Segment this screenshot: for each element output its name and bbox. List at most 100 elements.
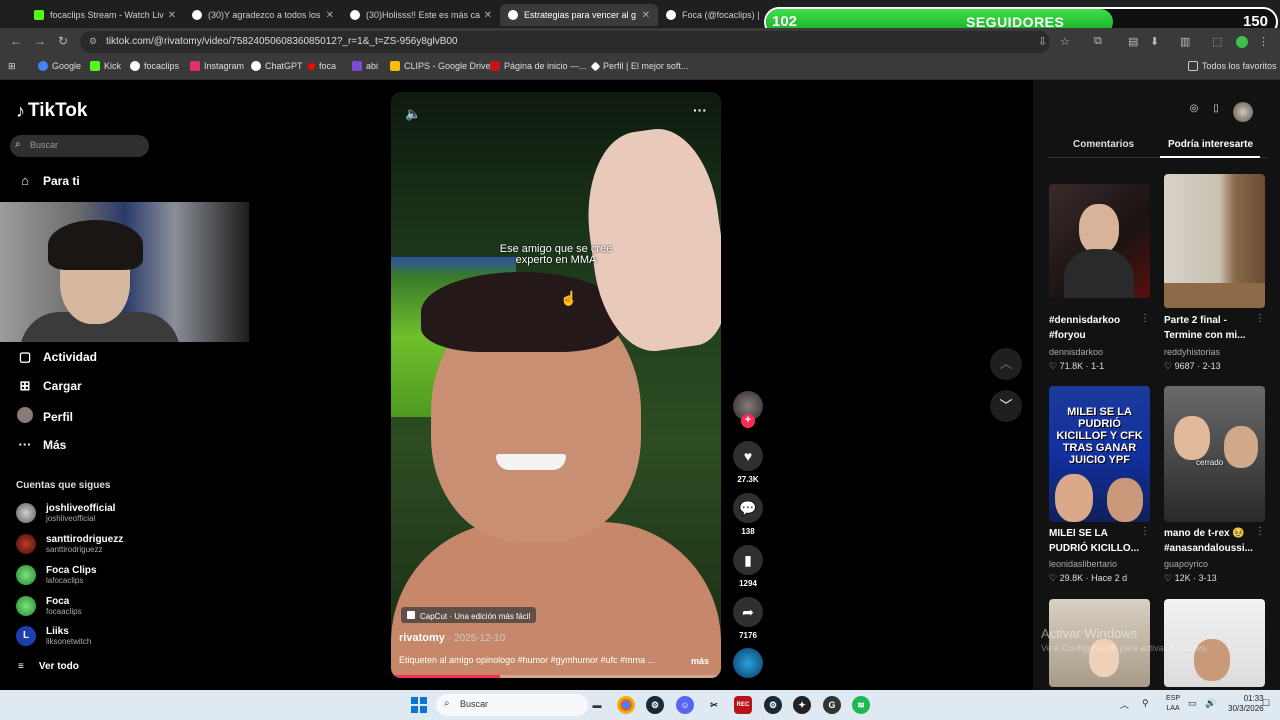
tab-comments[interactable]: Comentarios <box>1073 139 1134 150</box>
forward-icon[interactable]: → <box>34 34 46 48</box>
browser-tab[interactable]: (30)Y agradezco a todos los qu ✕ <box>184 4 342 26</box>
search-input[interactable]: ⌕ Buscar <box>10 135 149 157</box>
back-icon[interactable]: ← <box>10 34 22 48</box>
following-account[interactable]: Foca Clips lafocaclips <box>16 565 97 585</box>
related-more-icon[interactable]: ⋮ <box>1255 313 1265 324</box>
related-user[interactable]: reddyhistorias <box>1164 347 1220 357</box>
app-icon[interactable]: G <box>823 696 841 714</box>
following-account[interactable]: joshliveofficial joshliveofficial <box>16 503 115 523</box>
nav-more[interactable]: ··· Más <box>16 437 67 452</box>
related-thumbnail[interactable]: MILEI SE LA PUDRIÓ KICILLOF Y CFK TRAS G… <box>1049 386 1150 522</box>
nav-profile[interactable]: Perfil <box>16 407 73 426</box>
bookmark-item[interactable]: ChatGPT <box>251 61 303 71</box>
following-account[interactable]: Foca focaaclips <box>16 596 82 616</box>
like-action[interactable]: ♥ 27.3K <box>733 441 763 484</box>
bookmark-item[interactable]: Kick <box>90 61 121 71</box>
reading-list-icon[interactable]: ▤ <box>1128 35 1138 48</box>
taskbar-search[interactable]: ⌕ Buscar <box>436 694 588 716</box>
next-video-button[interactable]: ﹀ <box>990 390 1022 422</box>
bookmark-item[interactable]: abi <box>352 61 378 71</box>
related-user[interactable]: guapoyrico <box>1164 559 1208 569</box>
related-more-icon[interactable]: ⋮ <box>1255 526 1265 537</box>
volume-icon[interactable]: 🔈 <box>405 106 421 122</box>
comment-icon[interactable]: 💬 <box>733 493 763 523</box>
music-disc-icon[interactable] <box>733 648 763 678</box>
bookmark-item[interactable]: Perfil | El mejor soft... <box>590 61 688 71</box>
profile-avatar-icon[interactable] <box>1236 36 1248 48</box>
share-action[interactable]: ➦ 7176 <box>733 597 763 640</box>
nav-activity[interactable]: ▢ Actividad <box>16 349 97 365</box>
language-indicator[interactable]: ESP LAA <box>1166 694 1180 714</box>
bookmark-item[interactable]: Google <box>38 61 81 71</box>
address-bar[interactable]: ⚙ tiktok.com/@rivatomy/video/75824050608… <box>80 31 1050 53</box>
video-author[interactable]: rivatomy · 2025-12-10 <box>399 632 505 644</box>
close-tab-icon[interactable]: ✕ <box>326 10 334 21</box>
notifications-icon[interactable]: ☐ <box>1262 698 1270 709</box>
tray-chevron-icon[interactable]: ︿ <box>1120 698 1129 711</box>
follow-button[interactable]: + <box>741 414 755 428</box>
related-more-icon[interactable]: ⋮ <box>1140 526 1150 537</box>
steam-2-icon[interactable]: ⚙ <box>764 696 782 714</box>
extensions-icon[interactable]: ⧉ <box>1094 35 1102 48</box>
spotify-icon[interactable]: ≋ <box>852 696 870 714</box>
bookmark-item[interactable]: CLIPS - Google Drive <box>390 61 491 71</box>
clock[interactable]: 01:33 30/3/2026 <box>1228 694 1264 714</box>
share-icon[interactable]: ➦ <box>733 597 763 627</box>
browser-tab[interactable]: focaclips Stream - Watch Live o ✕ <box>26 4 184 26</box>
bookmark-item[interactable]: foca <box>308 61 336 71</box>
network-icon[interactable]: ▭ <box>1188 698 1197 709</box>
tab-search-icon[interactable]: ⬚ <box>1212 35 1222 48</box>
device-icon[interactable]: ▯ <box>1207 103 1225 121</box>
related-thumbnail[interactable] <box>1049 184 1150 298</box>
nav-for-you[interactable]: ⌂ Para ti <box>16 173 80 188</box>
video-player[interactable]: Ese amigo que se cree experto en MMA 🔈 ·… <box>391 92 721 678</box>
video-progress-bar[interactable] <box>391 675 721 678</box>
close-tab-icon[interactable]: ✕ <box>168 10 176 21</box>
related-user[interactable]: dennisdarkoo <box>1049 347 1103 357</box>
related-user[interactable]: leonidaslibertario <box>1049 559 1117 569</box>
steam-icon[interactable]: ⚙ <box>646 696 664 714</box>
chrome-icon[interactable] <box>617 696 635 714</box>
obs-icon[interactable]: REC <box>734 696 752 714</box>
github-icon[interactable]: ✦ <box>793 696 811 714</box>
bookmark-item[interactable]: focaclips <box>130 61 179 71</box>
heart-icon[interactable]: ♥ <box>733 441 763 471</box>
site-info-icon[interactable]: ⚙ <box>89 36 97 47</box>
related-thumbnail[interactable]: cerrado <box>1164 386 1265 522</box>
close-tab-icon[interactable]: ✕ <box>642 10 650 21</box>
comment-action[interactable]: 💬 138 <box>733 493 763 536</box>
tiktok-logo[interactable]: ♪ TikTok <box>16 100 87 122</box>
tray-app-icon[interactable]: ⚲ <box>1142 698 1149 709</box>
nav-upload[interactable]: ⊞ Cargar <box>16 378 82 394</box>
browser-menu-icon[interactable]: ⋮ <box>1258 35 1269 48</box>
video-more-icon[interactable]: ··· <box>693 102 707 118</box>
bookmark-star-icon[interactable]: ☆ <box>1060 35 1070 48</box>
browser-tab[interactable]: (30)Holisss!! Este es más casting ✕ <box>342 4 500 26</box>
close-tab-icon[interactable]: ✕ <box>484 10 492 21</box>
discord-icon[interactable]: ☺ <box>676 696 694 714</box>
coin-icon[interactable]: ◎ <box>1185 103 1203 121</box>
install-icon[interactable]: ⇩ <box>1038 35 1047 48</box>
related-title[interactable]: mano de t-rex 🥹 #anasandaloussi... <box>1164 526 1259 556</box>
file-explorer-icon[interactable]: ▬ <box>588 696 606 714</box>
following-account[interactable]: santtirodriguezz santtirodriguezz <box>16 534 123 554</box>
capcut-tag[interactable]: CapCut · Una edición más fácil <box>401 607 537 623</box>
volume-icon[interactable]: 🔊 <box>1205 698 1216 709</box>
tab-related[interactable]: Podría interesarte <box>1168 139 1253 150</box>
all-bookmarks[interactable]: Todos los favoritos <box>1188 61 1277 71</box>
reload-icon[interactable]: ↻ <box>58 34 68 48</box>
sidepanel-icon[interactable]: ▥ <box>1180 35 1190 48</box>
bookmark-icon[interactable]: ▮ <box>733 545 763 575</box>
apps-icon[interactable]: ⊞ <box>8 61 16 72</box>
related-thumbnail[interactable] <box>1164 174 1265 308</box>
description-more-button[interactable]: más <box>691 656 709 666</box>
previous-video-button[interactable]: ︿ <box>990 348 1022 380</box>
user-avatar[interactable] <box>1233 102 1253 122</box>
browser-tab[interactable]: Foca (@focaclips) | TikTok <box>658 4 768 26</box>
following-account[interactable]: L Liiks liksonetwitch <box>16 626 91 646</box>
related-title[interactable]: MILEI SE LA PUDRIÓ KICILLO... <box>1049 526 1144 556</box>
bookmark-item[interactable]: Instagram <box>190 61 244 71</box>
see-all-following[interactable]: ≡ Ver todo <box>18 661 79 672</box>
related-more-icon[interactable]: ⋮ <box>1140 313 1150 324</box>
browser-tab-active[interactable]: Estrategias para vencer al g ✕ <box>500 4 658 26</box>
